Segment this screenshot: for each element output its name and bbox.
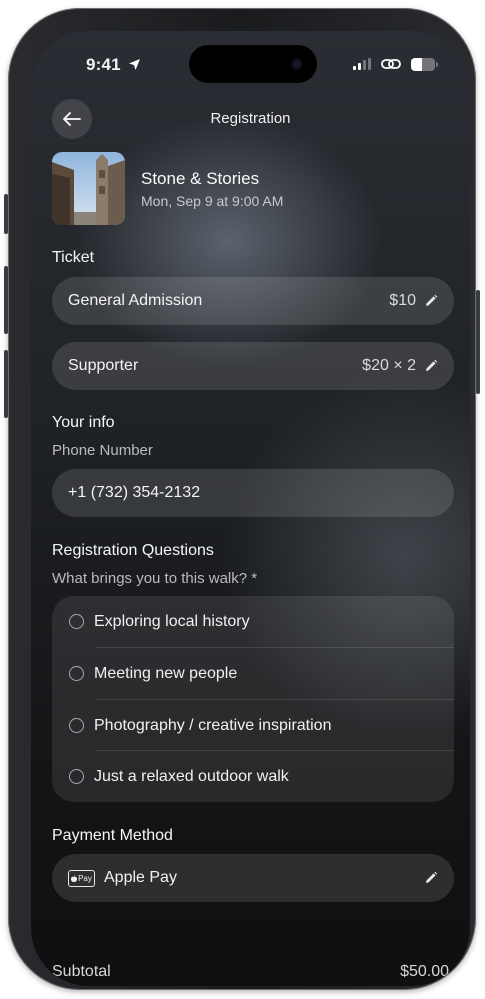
radio-button[interactable] xyxy=(69,769,84,784)
front-camera xyxy=(291,58,303,70)
registration-questions-title: Registration Questions xyxy=(52,542,214,559)
apple-logo-icon xyxy=(71,874,78,882)
payment-method-field[interactable]: Pay Apple Pay xyxy=(52,854,454,902)
event-thumbnail xyxy=(52,152,125,225)
cellular-signal-icon xyxy=(353,58,371,70)
subtotal-label: Subtotal xyxy=(52,963,111,980)
status-time: 9:41 xyxy=(86,55,121,74)
ticket-price: $20 × 2 xyxy=(362,357,416,374)
ticket-label: General Admission xyxy=(68,292,203,309)
radio-button[interactable] xyxy=(69,614,84,629)
payment-method-value: Apple Pay xyxy=(104,869,177,886)
ticket-supporter[interactable]: Supporter $20 × 2 xyxy=(52,342,454,390)
phone-number-label: Phone Number xyxy=(52,442,153,459)
action-button xyxy=(4,194,8,234)
option-label: Photography / creative inspiration xyxy=(94,716,332,734)
event-name: Stone & Stories xyxy=(141,169,260,188)
event-date: Mon, Sep 9 at 9:00 AM xyxy=(141,193,284,209)
option-relaxed-walk[interactable]: Just a relaxed outdoor walk xyxy=(52,751,454,802)
option-meeting-new-people[interactable]: Meeting new people xyxy=(52,648,454,699)
pencil-icon[interactable] xyxy=(424,871,438,885)
radio-button[interactable] xyxy=(69,718,84,733)
ticket-label: Supporter xyxy=(68,357,139,374)
subtotal-value: $50.00 xyxy=(400,963,449,980)
volume-down-button xyxy=(4,350,8,418)
battery-icon xyxy=(411,57,438,71)
status-icons xyxy=(353,57,438,71)
option-label: Meeting new people xyxy=(94,664,238,682)
phone-number-field[interactable]: +1 (732) 354-2132 xyxy=(52,469,454,517)
power-button xyxy=(476,290,480,394)
ticket-section-title: Ticket xyxy=(52,249,95,266)
volume-up-button xyxy=(4,266,8,334)
apple-pay-icon: Pay xyxy=(68,869,95,887)
ticket-general-admission[interactable]: General Admission $10 xyxy=(52,277,454,325)
ticket-price: $10 xyxy=(389,292,416,309)
dynamic-island xyxy=(189,45,317,83)
phone-frame: 9:41 Registration Stone & Stories Mon, S… xyxy=(4,8,480,990)
question-options: Exploring local history Meeting new peop… xyxy=(52,596,454,802)
subtotal-row: Subtotal $50.00 xyxy=(52,963,449,981)
pencil-icon[interactable] xyxy=(424,294,438,308)
option-photography[interactable]: Photography / creative inspiration xyxy=(52,700,454,751)
option-label: Just a relaxed outdoor walk xyxy=(94,767,289,785)
screen: 9:41 Registration Stone & Stories Mon, S… xyxy=(31,31,470,986)
your-info-section-title: Your info xyxy=(52,414,115,431)
radio-button[interactable] xyxy=(69,666,84,681)
option-label: Exploring local history xyxy=(94,612,250,630)
page-title: Registration xyxy=(210,110,291,127)
payment-method-title: Payment Method xyxy=(52,827,173,844)
pencil-icon[interactable] xyxy=(424,359,438,373)
option-exploring-local-history[interactable]: Exploring local history xyxy=(52,596,454,647)
link-icon xyxy=(381,59,401,69)
location-arrow-icon xyxy=(129,59,140,70)
apple-pay-badge-text: Pay xyxy=(78,873,92,883)
question-label: What brings you to this walk? * xyxy=(52,570,258,587)
phone-number-value: +1 (732) 354-2132 xyxy=(68,484,201,501)
